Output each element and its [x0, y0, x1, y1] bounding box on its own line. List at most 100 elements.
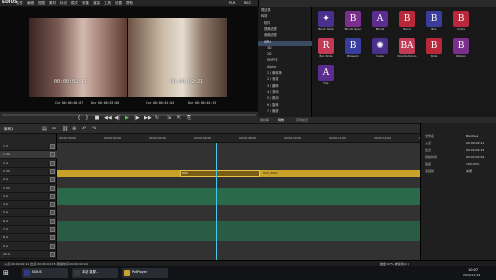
track-header[interactable]: 9 A [0, 243, 57, 251]
export-icon[interactable]: ⎘ [186, 115, 192, 121]
sequence-tab[interactable]: 序列1 [4, 127, 13, 132]
panel-tab[interactable]: 序列标记 [296, 118, 308, 122]
effect-thumbnail[interactable]: B [426, 11, 442, 27]
track-toggle-icon[interactable] [50, 218, 55, 224]
track-toggle-icon[interactable] [50, 227, 55, 232]
track-header[interactable]: 4 A [0, 201, 57, 210]
menu-item[interactable]: 工具 [104, 1, 111, 6]
windows-start-icon[interactable]: ⊞ [3, 269, 11, 277]
tree-item[interactable]: 2 / 渐变 [258, 78, 312, 83]
track-toggle-icon[interactable] [50, 160, 55, 166]
redo-icon[interactable]: ↷ [92, 127, 96, 132]
track-header[interactable]: 8 A [0, 234, 57, 243]
track-header[interactable]: 2 A [0, 176, 57, 185]
effect-thumbnail[interactable]: ✺ [372, 38, 388, 54]
timeline-ruler[interactable]: 00:00:00:00 00:00:02:00 00:00:04:00 00:00:0… [57, 134, 436, 143]
new-track-icon[interactable]: ▤ [42, 127, 47, 132]
panel-tab[interactable]: 素材库 [260, 118, 269, 122]
menu-item[interactable]: 文件 [16, 1, 23, 6]
selected-clip[interactable] [180, 170, 260, 177]
track-toggle-icon[interactable] [50, 177, 55, 183]
effect-thumbnail[interactable]: R [318, 38, 334, 54]
plr-label[interactable]: PLR [229, 1, 236, 6]
menu-item[interactable]: 编辑 [27, 1, 34, 6]
step-forward-icon[interactable]: |▶ [134, 115, 140, 121]
track-toggle-icon[interactable] [50, 144, 55, 149]
tree-item[interactable]: 6 / 旋转 [258, 103, 312, 109]
fast-forward-icon[interactable]: ▶▶ [144, 115, 152, 121]
menu-item[interactable]: 标记 [60, 1, 67, 6]
cut-icon[interactable]: ✂ [52, 127, 56, 132]
stop-icon[interactable]: ■ [94, 115, 100, 121]
track-toggle-icon[interactable] [50, 210, 55, 216]
loop-icon[interactable]: ↻ [154, 115, 160, 121]
menu-item[interactable]: 素材 [49, 1, 56, 6]
effect-thumbnail[interactable]: B [453, 11, 469, 27]
menu-item[interactable]: 渲染 [93, 1, 100, 6]
tree-item[interactable]: 软件 [258, 21, 312, 27]
effect-thumbnail[interactable]: ✦ [318, 11, 334, 27]
tree-item[interactable]: 转场 [258, 15, 312, 20]
effect-thumbnail[interactable]: B [399, 11, 415, 27]
track-header[interactable]: 7 A [0, 226, 57, 234]
tree-item[interactable]: 5 / 推动 [258, 97, 312, 102]
effect-thumbnail[interactable]: B [345, 11, 361, 27]
track-header[interactable]: 1 A [0, 160, 57, 168]
overwrite-icon[interactable]: ⇱ [176, 115, 182, 121]
undo-icon[interactable]: ↶ [82, 127, 86, 132]
effect-thumbnail[interactable]: BA [399, 38, 415, 54]
tree-item[interactable]: 3 / 翻转 [258, 84, 312, 90]
track-header[interactable]: 3 VA [0, 185, 57, 193]
track-header[interactable]: 1 V [0, 143, 57, 151]
rewind-icon[interactable]: ◀◀ [104, 115, 112, 121]
tree-item[interactable]: 音频滤镜 [258, 34, 312, 39]
track-toggle-icon[interactable] [50, 193, 55, 199]
track-header[interactable]: 3 A [0, 193, 57, 201]
track-header[interactable]: 10 A [0, 251, 57, 259]
effect-thumbnail[interactable]: B [453, 38, 469, 54]
panel-tab[interactable]: 特效 [278, 118, 284, 122]
track-toggle-icon[interactable] [50, 152, 55, 158]
playhead-line[interactable] [216, 143, 217, 260]
effect-thumbnail[interactable]: B [426, 38, 442, 54]
rec-label[interactable]: REC [244, 1, 251, 6]
in-point-icon[interactable]: { [76, 115, 82, 121]
tree-item[interactable]: 7 / 缩放 [258, 109, 312, 115]
track-header[interactable]: 6 A [0, 218, 57, 226]
player-frame[interactable] [29, 18, 127, 97]
menu-item[interactable]: 设置 [115, 1, 122, 6]
effect-thumbnail[interactable]: B [345, 38, 361, 54]
menu-item[interactable]: 帮助 [126, 1, 133, 6]
track-toggle-icon[interactable] [50, 168, 55, 174]
audio-track-1[interactable] [57, 188, 420, 205]
tree-item[interactable]: 3D [258, 46, 312, 52]
track-toggle-icon[interactable] [50, 202, 55, 208]
recorder-frame[interactable] [128, 18, 227, 97]
menu-item[interactable]: 采集 [82, 1, 89, 6]
link-icon[interactable]: ⛓ [62, 127, 68, 132]
play-icon[interactable]: ▶ [124, 115, 130, 121]
snap-icon[interactable]: ⊕ [72, 127, 76, 132]
step-back-icon[interactable]: ◀| [114, 115, 120, 121]
menu-item[interactable]: 视图 [38, 1, 45, 6]
track-toggle-icon[interactable] [50, 235, 55, 241]
effect-thumbnail[interactable]: A [318, 65, 334, 81]
taskbar-item[interactable]: PotPlayer [122, 268, 168, 278]
taskbar-item[interactable]: EDIUS [22, 268, 68, 278]
track-toggle-icon[interactable] [50, 185, 55, 191]
tree-item[interactable]: 2D [258, 52, 312, 58]
tree-item[interactable]: SMPTE [258, 59, 312, 64]
tree-item[interactable]: Alpha [258, 65, 312, 71]
effect-thumbnail[interactable]: A [372, 11, 388, 27]
taskbar-item[interactable]: 本站 录屏... [72, 268, 118, 278]
out-point-icon[interactable]: } [84, 115, 90, 121]
track-toggle-icon[interactable] [50, 243, 55, 249]
insert-icon[interactable]: ⇲ [166, 115, 172, 121]
track-header[interactable]: 5 A [0, 209, 57, 218]
track-header[interactable]: 1 VA [0, 151, 57, 160]
menu-item[interactable]: 模式 [71, 1, 78, 6]
audio-track-2[interactable] [57, 221, 420, 241]
timeline-area[interactable]: 002 003_4K01 [57, 143, 420, 260]
tree-item[interactable]: GPU [258, 40, 312, 46]
track-toggle-icon[interactable] [50, 251, 55, 257]
